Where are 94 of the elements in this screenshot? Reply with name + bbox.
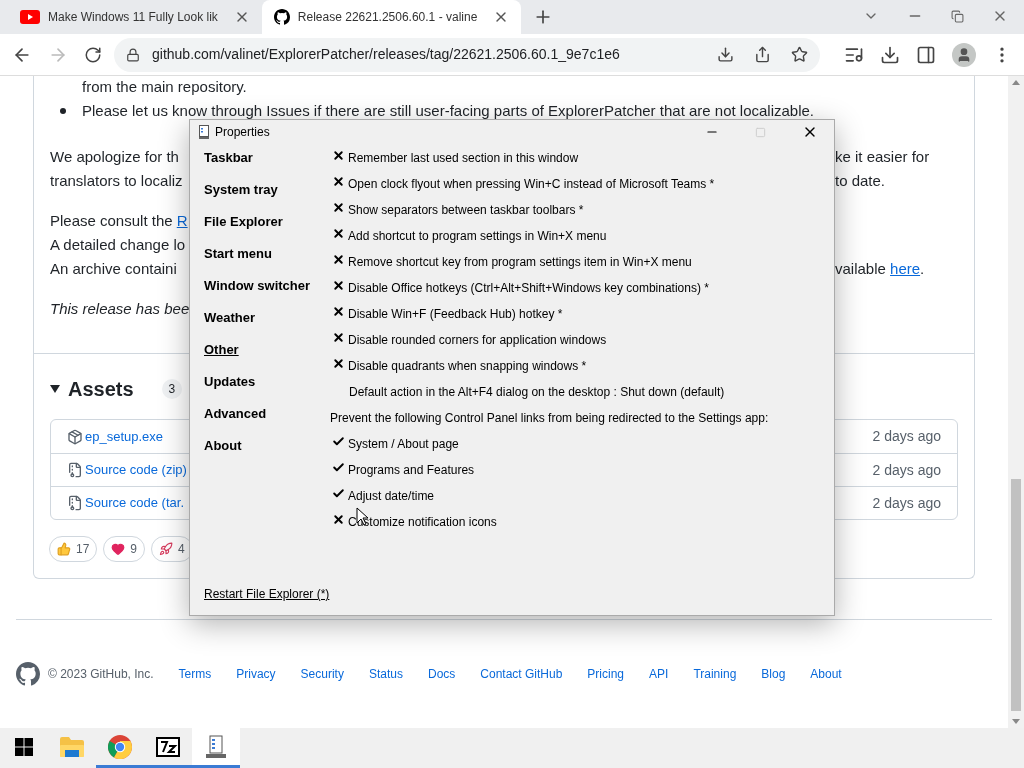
asset-link[interactable]: Source code (tar. <box>85 493 184 513</box>
section-link[interactable]: Weather <box>204 308 330 340</box>
maximize-icon <box>755 126 766 138</box>
archive-app-icon <box>156 736 180 757</box>
browser-tab[interactable]: Release 22621.2506.60.1 - valine <box>261 0 522 34</box>
paragraph-text: to date. <box>835 171 886 191</box>
paragraph-text: vailable <box>835 260 887 277</box>
section-link[interactable]: Advanced <box>204 404 330 436</box>
window-title: Properties <box>215 124 270 141</box>
tab-title: Release 22621.2506.60.1 - valine <box>297 9 478 26</box>
section-link[interactable]: About <box>204 436 330 468</box>
footer-link[interactable]: Training <box>693 665 737 683</box>
option-label[interactable]: Add shortcut to program settings in Win+X menu <box>348 227 607 245</box>
github-logo-icon <box>273 9 290 25</box>
option-label[interactable]: Customize notification icons <box>348 513 497 531</box>
asset-date: 2 days ago <box>872 460 941 480</box>
section-link[interactable]: Window switcher <box>204 276 330 308</box>
paragraph-text: Please consult the <box>50 211 174 231</box>
bookmark-star-icon[interactable] <box>791 46 808 63</box>
section-link[interactable]: File Explorer <box>204 212 330 244</box>
footer-link[interactable]: Status <box>368 665 403 683</box>
asset-link[interactable]: Source code (zip) <box>85 460 187 480</box>
browser-tab[interactable]: Make Windows 11 Fully Look lik <box>8 0 262 34</box>
asset-date: 2 days ago <box>872 493 941 513</box>
heart-icon <box>111 542 126 556</box>
windows-logo-icon <box>15 737 33 756</box>
zip-file-icon <box>67 462 83 478</box>
restart-link[interactable]: Restart File Explorer (*) <box>204 585 330 603</box>
footer-link[interactable]: API <box>649 665 669 683</box>
footer-link[interactable]: Terms <box>178 665 212 683</box>
option-label[interactable]: Programs and Features <box>348 461 475 479</box>
reload-icon[interactable] <box>84 45 102 64</box>
option-label[interactable]: Remember last used section in this window <box>348 149 579 167</box>
tab-title: Make Windows 11 Fully Look lik <box>48 9 218 26</box>
option-label[interactable]: Disable Win+F (Feedback Hub) hotkey * <box>348 305 563 323</box>
app-icon <box>199 125 209 139</box>
person-icon <box>956 46 972 63</box>
rocket-icon <box>159 542 174 556</box>
footer-link[interactable]: Pricing <box>587 665 625 683</box>
here-link[interactable]: here <box>890 260 921 277</box>
section-link[interactable]: Updates <box>204 372 330 404</box>
section-link[interactable]: Start menu <box>204 244 330 276</box>
list-text: from the main repository. <box>82 77 247 97</box>
option-label[interactable]: Remove shortcut key from program settings item in Win+X menu <box>348 253 692 271</box>
option-label[interactable]: Disable quadrants when snapping windows * <box>348 357 587 375</box>
section-link[interactable]: Other <box>204 340 330 372</box>
group-heading: Prevent the following Control Panel links from being redirected to the Settings app: <box>330 410 769 427</box>
paragraph-text: ke it easier for <box>835 147 930 167</box>
footer-link[interactable]: Blog <box>761 665 786 683</box>
paragraph-text: . <box>920 260 925 277</box>
option-label[interactable]: Show separators between taskbar toolbars * <box>348 201 584 219</box>
folder-icon <box>60 736 84 757</box>
install-icon[interactable] <box>717 46 734 63</box>
url-text: github.com/valinet/ExplorerPatcher/releases/tag/22621.2506.60.1_9e7c1e6 <box>152 45 621 64</box>
paragraph-text: We apologize for th <box>50 147 179 167</box>
lock-icon <box>126 47 140 62</box>
list-text: Please let us know through Issues if there are still user-facing parts of ExplorerPatcher that are not localizable. <box>82 101 815 121</box>
note-text: This release has bee <box>50 299 190 319</box>
downloads-icon[interactable] <box>880 44 900 65</box>
option-label[interactable]: Open clock flyout when pressing Win+C instead of Microsoft Teams * <box>348 175 715 193</box>
paragraph-text: An archive containi <box>50 259 177 279</box>
option-label[interactable]: System / About page <box>348 435 459 453</box>
assets-heading[interactable]: Assets <box>68 374 134 404</box>
paragraph-text: translators to localiz <box>50 171 183 191</box>
restore-icon[interactable] <box>951 9 964 23</box>
footer-link[interactable]: Security <box>300 665 344 683</box>
option-label[interactable]: Adjust date/time <box>348 487 435 505</box>
chrome-logo-icon <box>108 734 132 759</box>
side-panel-icon[interactable] <box>916 44 936 65</box>
github-logo-icon <box>16 662 40 686</box>
section-link[interactable]: Taskbar <box>204 148 330 180</box>
paragraph-text: A detailed change lo <box>50 235 186 255</box>
footer-link[interactable]: Privacy <box>236 665 276 683</box>
option-label[interactable]: Disable Office hotkeys (Ctrl+Alt+Shift+Windows key combinations) * <box>348 279 709 297</box>
address-bar[interactable]: github.com/valinet/ExplorerPatcher/releases/tag/22621.2506.60.1_9e7c1e6 <box>114 37 820 72</box>
collapse-triangle-icon[interactable] <box>50 385 60 393</box>
asset-link[interactable]: ep_setup.exe <box>85 426 164 447</box>
footer-link[interactable]: Docs <box>427 665 456 683</box>
thumbs-up-icon <box>57 542 71 556</box>
package-icon <box>67 428 83 445</box>
section-link[interactable]: System tray <box>204 180 330 212</box>
asset-date: 2 days ago <box>872 427 941 446</box>
count-badge: 3 <box>161 379 183 399</box>
release-link[interactable]: R <box>176 209 188 233</box>
profile-avatar[interactable] <box>952 42 976 67</box>
zip-file-icon <box>67 495 83 511</box>
video-logo-icon <box>20 10 40 24</box>
share-icon[interactable] <box>754 46 771 63</box>
option-label[interactable]: Disable rounded corners for application windows <box>348 331 607 349</box>
properties-app-icon <box>204 734 228 759</box>
option-label[interactable]: Default action in the Alt+F4 dialog on the desktop : Shut down (default) <box>349 383 725 401</box>
footer-link[interactable]: Contact GitHub <box>480 665 563 683</box>
footer-link[interactable]: About <box>810 665 842 683</box>
copyright-text: © 2023 GitHub, Inc. <box>48 666 154 683</box>
